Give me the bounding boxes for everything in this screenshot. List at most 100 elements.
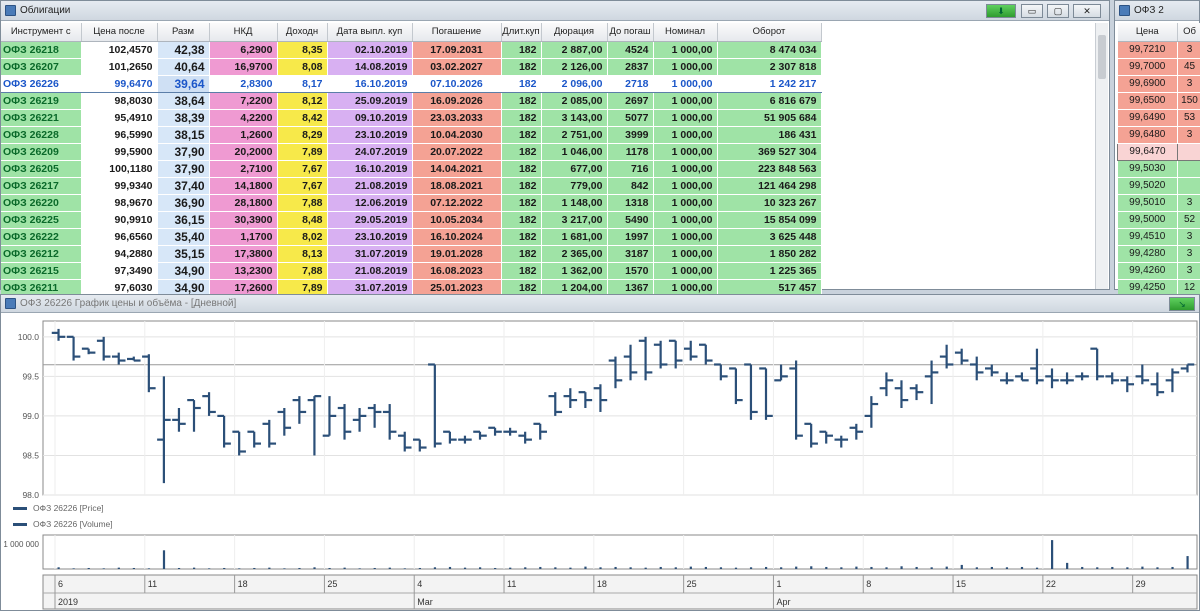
- ohlc-bar[interactable]: [834, 435, 849, 448]
- ohlc-bar[interactable]: [1075, 372, 1089, 381]
- ohlc-bar[interactable]: [849, 423, 864, 440]
- ohlc-bar[interactable]: [623, 344, 638, 381]
- ohlc-bar[interactable]: [157, 376, 171, 484]
- orderbook-row[interactable]: 99,7210 3: [1117, 41, 1200, 59]
- orderbook-row[interactable]: 99,5030: [1117, 160, 1200, 178]
- table-row[interactable]: ОФЗ 26226 99,6470 39,64 2,8300 8,17 16.10.201…: [1, 74, 822, 93]
- volume-bar[interactable]: [1186, 556, 1189, 569]
- volume-bar[interactable]: [689, 566, 692, 569]
- ohlc-bar[interactable]: [894, 380, 909, 408]
- orderbook-row[interactable]: 99,4260 3: [1117, 262, 1200, 280]
- ohlc-bar[interactable]: [81, 347, 96, 355]
- volume-bar[interactable]: [1156, 567, 1159, 569]
- ohlc-bar[interactable]: [51, 328, 66, 341]
- volume-bar[interactable]: [1126, 567, 1129, 569]
- volume-bar[interactable]: [1096, 567, 1099, 569]
- table-row[interactable]: ОФЗ 26220 98,9670 36,90 28,1800 7,88 12.06.20…: [1, 194, 822, 212]
- volume-bar[interactable]: [885, 567, 888, 569]
- volume-bar[interactable]: [388, 567, 391, 569]
- ohlc-bar[interactable]: [864, 396, 879, 428]
- ohlc-bar[interactable]: [488, 426, 502, 436]
- volume-bar[interactable]: [810, 566, 813, 569]
- ohlc-bar[interactable]: [352, 408, 367, 432]
- table-row[interactable]: ОФЗ 26217 99,9340 37,40 14,1800 7,67 21.08.20…: [1, 177, 822, 195]
- ohlc-bar[interactable]: [804, 422, 818, 448]
- volume-bar[interactable]: [584, 566, 587, 569]
- column-header[interactable]: Оборот: [717, 23, 822, 42]
- ohlc-bar[interactable]: [683, 340, 698, 361]
- ohlc-bar[interactable]: [1180, 363, 1195, 373]
- volume-bar[interactable]: [328, 567, 331, 569]
- table-row[interactable]: ОФЗ 26222 96,6560 35,40 1,1700 8,02 23.10.201…: [1, 228, 822, 246]
- ohlc-bar[interactable]: [563, 388, 578, 408]
- orderbook-row[interactable]: 99,5000 52: [1117, 211, 1200, 229]
- ohlc-bar[interactable]: [172, 408, 186, 432]
- ohlc-bar[interactable]: [397, 431, 412, 452]
- ohlc-bar[interactable]: [1165, 368, 1180, 393]
- volume-bar[interactable]: [463, 567, 467, 569]
- volume-bar[interactable]: [825, 566, 828, 569]
- down-arrow-icon[interactable]: ⬇: [986, 4, 1016, 18]
- orderbook-row[interactable]: 99,6480 3: [1117, 126, 1200, 144]
- column-header[interactable]: Номинал: [653, 23, 718, 42]
- ohlc-bar[interactable]: [382, 404, 397, 440]
- volume-bar[interactable]: [1051, 540, 1054, 569]
- column-header[interactable]: Об: [1177, 23, 1200, 42]
- volume-bar[interactable]: [960, 564, 963, 569]
- volume-bar[interactable]: [1005, 567, 1009, 569]
- ohlc-bar[interactable]: [1105, 372, 1119, 385]
- ohlc-bar[interactable]: [533, 422, 547, 440]
- ohlc-bar[interactable]: [292, 396, 307, 424]
- price-volume-chart[interactable]: 100.099.599.098.598.06 11 18 25 4 11 18 25 1 8 15 2…: [1, 313, 1199, 610]
- volume-bar[interactable]: [1066, 562, 1069, 569]
- volume-bar[interactable]: [403, 568, 406, 569]
- volume-bar[interactable]: [1141, 566, 1144, 569]
- volume-bar[interactable]: [674, 567, 677, 569]
- ohlc-bar[interactable]: [548, 392, 563, 416]
- volume-bar[interactable]: [208, 568, 211, 569]
- volume-bar[interactable]: [253, 567, 256, 569]
- ohlc-bar[interactable]: [1135, 364, 1150, 385]
- ohlc-bar[interactable]: [428, 363, 442, 448]
- volume-bar[interactable]: [990, 566, 993, 569]
- column-header[interactable]: Доходн: [277, 23, 328, 42]
- volume-bar[interactable]: [418, 567, 421, 569]
- ohlc-bar[interactable]: [307, 395, 322, 456]
- volume-bar[interactable]: [749, 567, 753, 569]
- volume-bar[interactable]: [554, 567, 557, 569]
- volume-bar[interactable]: [72, 568, 75, 569]
- volume-bar[interactable]: [448, 566, 452, 569]
- orderbook-row[interactable]: 99,5020: [1117, 177, 1200, 195]
- ohlc-bar[interactable]: [247, 430, 261, 448]
- orderbook-row[interactable]: 99,6900 3: [1117, 75, 1200, 93]
- volume-bar[interactable]: [57, 567, 60, 569]
- ohlc-bar[interactable]: [262, 419, 277, 448]
- volume-bar[interactable]: [719, 567, 723, 569]
- ohlc-bar[interactable]: [277, 408, 292, 436]
- orderbook-row[interactable]: 99,6470: [1117, 142, 1200, 161]
- column-header[interactable]: Длит.куп: [501, 23, 542, 42]
- volume-bar[interactable]: [433, 567, 437, 569]
- column-header[interactable]: Дата выпл. куп: [327, 23, 413, 42]
- column-header[interactable]: Погашение: [412, 23, 502, 42]
- volume-bar[interactable]: [494, 567, 497, 569]
- volume-bar[interactable]: [1111, 566, 1114, 569]
- chart-window-titlebar[interactable]: ОФЗ 26226 График цены и объёма - [Дневно…: [1, 295, 1199, 313]
- volume-bar[interactable]: [704, 566, 707, 569]
- table-row[interactable]: ОФЗ 26212 94,2880 35,15 17,3800 8,13 31.07.20…: [1, 245, 822, 263]
- volume-bar[interactable]: [614, 566, 617, 569]
- orderbook-row[interactable]: 99,6500 150: [1117, 92, 1200, 110]
- volume-bar[interactable]: [659, 566, 662, 569]
- volume-bar[interactable]: [975, 567, 978, 569]
- column-header[interactable]: Разм: [157, 23, 210, 42]
- ohlc-bar[interactable]: [1045, 368, 1059, 389]
- orderbook-row[interactable]: 99,6490 53: [1117, 109, 1200, 127]
- volume-bar[interactable]: [102, 568, 105, 569]
- orderbook-window-titlebar[interactable]: ОФЗ 2: [1115, 1, 1199, 21]
- orderbook-row[interactable]: 99,4510 3: [1117, 228, 1200, 246]
- ohlc-bar[interactable]: [593, 384, 608, 412]
- volume-bar[interactable]: [283, 568, 286, 569]
- ohlc-bar[interactable]: [413, 438, 427, 452]
- volume-bar[interactable]: [313, 567, 316, 569]
- ohlc-bar[interactable]: [819, 430, 833, 444]
